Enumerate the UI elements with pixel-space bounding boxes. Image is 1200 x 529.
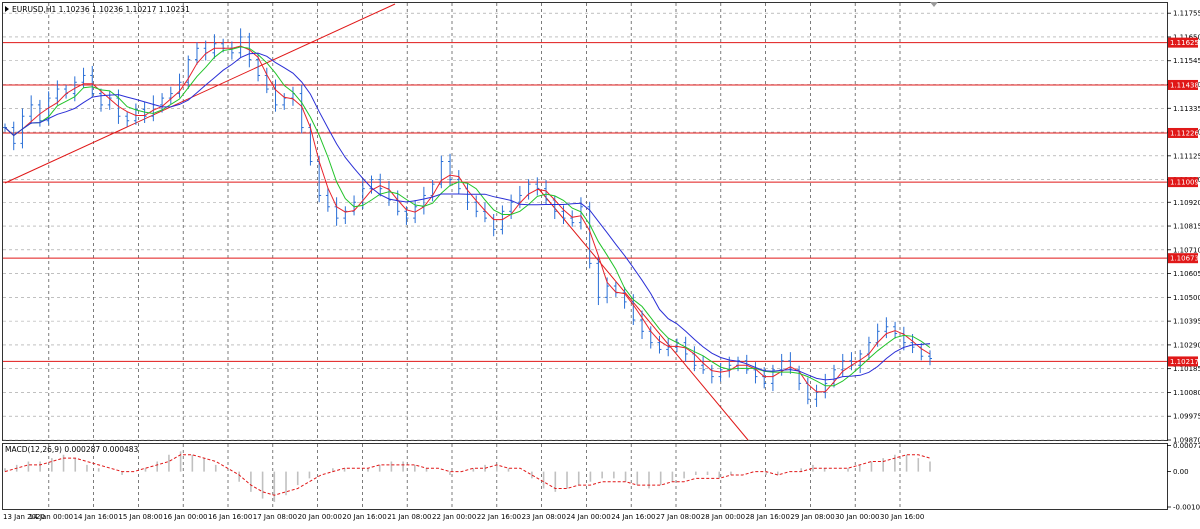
level-label: 1.11625	[1170, 39, 1199, 47]
time-tick-label: 28 Jan 00:00	[701, 513, 745, 521]
price-tick-label: 1.11545	[1173, 57, 1200, 65]
price-tick-label: 1.10920	[1173, 199, 1200, 207]
time-tick-label: 21 Jan 08:00	[387, 513, 431, 521]
price-tick-label: 1.11335	[1173, 105, 1200, 113]
price-tick-label: 1.10395	[1173, 318, 1200, 326]
symbol-header: EURUSD,H1 1.10236 1.10236 1.10217 1.1023…	[12, 5, 190, 14]
time-tick-label: 30 Jan 16:00	[880, 513, 924, 521]
chart-window[interactable]: 1.117551.116501.115451.114401.113351.112…	[0, 0, 1200, 525]
level-label: 1.10217	[1170, 358, 1199, 366]
macd-header: MACD(12,26,9) 0.000287 0.000483	[5, 445, 139, 454]
price-tick-label: 1.10080	[1173, 389, 1200, 397]
price-axis: 1.117551.116501.115451.114401.113351.112…	[1167, 10, 1200, 445]
macd-tick-label: 0.000776	[1173, 442, 1200, 450]
time-tick-label: 16 Jan 00:00	[163, 513, 207, 521]
macd-plot-area[interactable]	[2, 443, 1168, 510]
time-tick-label: 29 Jan 08:00	[790, 513, 834, 521]
level-label: 1.11009	[1170, 179, 1199, 187]
price-tick-label: 1.09975	[1173, 413, 1200, 421]
time-tick-label: 30 Jan 00:00	[835, 513, 879, 521]
time-tick-label: 24 Jan 00:00	[566, 513, 610, 521]
time-tick-label: 22 Jan 16:00	[477, 513, 521, 521]
level-label: 1.11438	[1170, 81, 1199, 89]
price-tick-label: 1.10605	[1173, 270, 1200, 278]
time-tick-label: 23 Jan 08:00	[522, 513, 566, 521]
price-tick-label: 1.10710	[1173, 246, 1200, 254]
time-tick-label: 22 Jan 00:00	[432, 513, 476, 521]
macd-tick-label: -0.00105	[1173, 504, 1200, 512]
time-tick-label: 20 Jan 00:00	[298, 513, 342, 521]
time-tick-label: 20 Jan 16:00	[342, 513, 386, 521]
level-label: 1.10673	[1170, 255, 1199, 263]
time-tick-label: 15 Jan 08:00	[118, 513, 162, 521]
time-tick-label: 14 Jan 00:00	[29, 513, 73, 521]
price-tick-label: 1.10815	[1173, 223, 1200, 231]
price-tick-label: 1.10290	[1173, 341, 1200, 349]
price-tick-label: 1.10500	[1173, 294, 1200, 302]
time-tick-label: 14 Jan 16:00	[74, 513, 118, 521]
price-tick-label: 1.11755	[1173, 10, 1200, 18]
main-plot-area[interactable]	[2, 2, 1168, 441]
time-axis: 13 Jan 202014 Jan 00:00 14 Jan 16:00 15 Ja…	[3, 513, 924, 521]
macd-tick-label: 0.00	[1173, 468, 1189, 476]
time-tick-label: 28 Jan 16:00	[746, 513, 790, 521]
time-tick-label: 16 Jan 16:00	[208, 513, 252, 521]
time-tick-label: 17 Jan 08:00	[253, 513, 297, 521]
time-tick-label: 27 Jan 08:00	[656, 513, 700, 521]
macd-axis: 0.000776 0.00 -0.00105	[1167, 442, 1200, 512]
level-label: 1.11226	[1170, 129, 1199, 137]
time-tick-label: 24 Jan 16:00	[611, 513, 655, 521]
price-tick-label: 1.11125	[1173, 152, 1200, 160]
